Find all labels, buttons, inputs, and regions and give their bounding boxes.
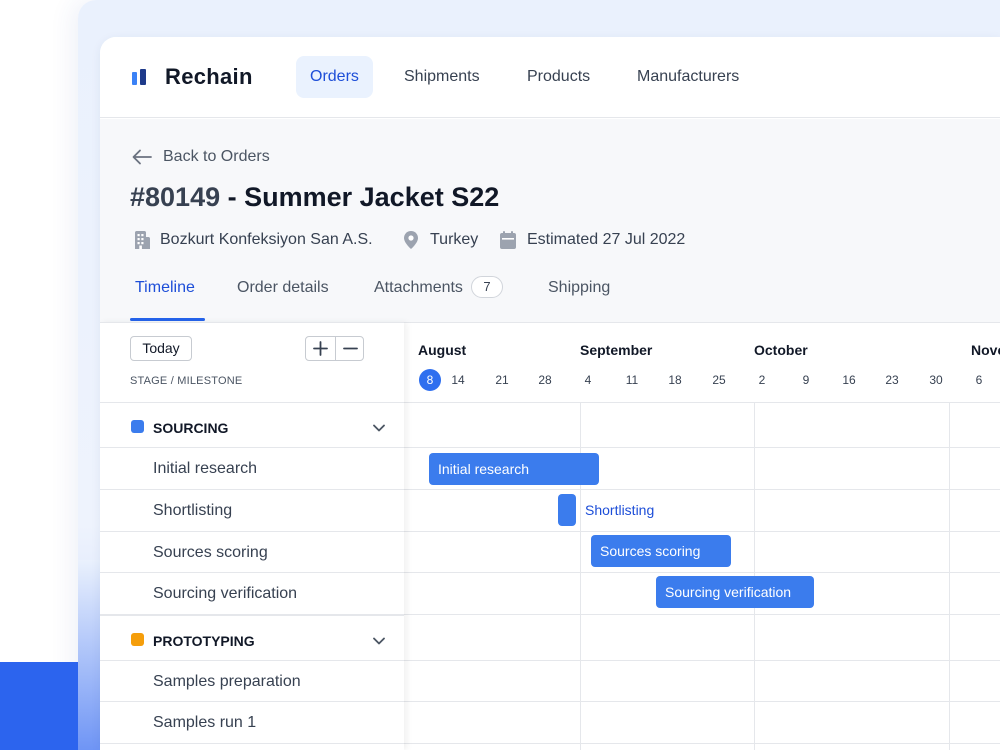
month-label: October [754,342,808,358]
row-line [404,660,1000,661]
stage-row-prototyping[interactable]: PROTOTYPING [100,614,404,660]
timeline-bar-label: Shortlisting [585,502,655,518]
nav-manufacturers[interactable]: Manufacturers [623,56,753,98]
day-label: 28 [538,373,552,387]
tab-timeline[interactable]: Timeline [135,275,195,322]
stage-color-dot [131,633,144,646]
row-divider [100,743,404,750]
tab-attachments-label: Attachments [374,279,463,296]
order-number: #80149 [130,182,221,212]
day-today-marker[interactable]: 8 [419,369,441,391]
rechain-logo-icon [132,68,148,86]
order-name: Summer Jacket S22 [244,182,500,212]
backdrop-blue-block [0,662,78,750]
nav-orders[interactable]: Orders [296,56,373,98]
month-label: September [580,342,653,358]
tab-order-details[interactable]: Order details [237,275,329,322]
nav-shipments[interactable]: Shipments [390,56,494,98]
calendar-icon [500,231,516,249]
today-button[interactable]: Today [130,336,192,361]
title-separator: - [220,182,245,212]
stage-name: SOURCING [153,420,229,436]
country: Turkey [430,231,479,248]
milestone-row[interactable]: Initial research [100,447,404,489]
milestone-row[interactable]: Samples preparation [100,660,404,701]
attachments-count-badge: 7 [470,276,503,298]
nav-products[interactable]: Products [513,56,604,98]
milestone-label: Samples run 1 [153,714,257,731]
milestone-label: Sources scoring [153,544,268,561]
stage-row-sourcing[interactable]: SOURCING [100,402,404,447]
day-label: 25 [712,373,726,387]
day-label: 21 [495,373,509,387]
row-line [404,447,1000,448]
zoom-out-button[interactable] [335,337,363,360]
row-line [404,572,1000,573]
timeline-bar-shortlisting[interactable] [558,494,576,526]
day-label: 14 [451,373,465,387]
day-label: 4 [584,373,592,387]
active-tab-indicator [130,318,205,321]
row-line [404,489,1000,490]
minus-icon [343,347,358,350]
building-icon [135,231,150,249]
column-header: STAGE / MILESTONE [130,375,243,387]
timeline-grid: August September October Nove 8 14 21 28… [404,322,1000,750]
back-to-orders-link[interactable]: Back to Orders [163,148,270,166]
milestone-row[interactable]: Shortlisting [100,489,404,531]
arrow-left-icon[interactable] [132,149,152,165]
day-label: 23 [885,373,899,387]
milestone-row[interactable]: Sources scoring [100,531,404,572]
row-line [404,701,1000,702]
page-title: #80149 - Summer Jacket S22 [130,182,499,213]
stage-list-panel: Today STAGE / MILESTONE SOURCING Initial… [100,322,404,750]
zoom-controls [305,336,364,361]
timeline-bar-sources-scoring[interactable]: Sources scoring [591,535,731,567]
row-line [404,743,1000,744]
tab-attachments[interactable]: Attachments 7 [374,275,503,322]
day-label: 9 [802,373,810,387]
app-window: Rechain Orders Shipments Products Manufa… [100,37,1000,750]
row-line [404,531,1000,532]
estimated-date: Estimated 27 Jul 2022 [527,231,686,248]
brand-name: Rechain [165,64,253,89]
day-label: 30 [929,373,943,387]
stage-color-dot [131,420,144,433]
manufacturer-name: Bozkurt Konfeksiyon San A.S. [160,231,373,248]
plus-icon [313,341,328,356]
location-pin-icon [404,231,418,249]
chevron-down-icon[interactable] [372,423,386,433]
row-line [404,402,1000,403]
milestone-row[interactable]: Samples run 1 [100,701,404,743]
milestone-row[interactable]: Sourcing verification [100,572,404,614]
day-label: 6 [975,373,983,387]
timeline-bar-initial-research[interactable]: Initial research [429,453,599,485]
milestone-label: Shortlisting [153,502,233,519]
milestone-label: Sourcing verification [153,585,298,602]
backdrop-gradient [78,560,100,750]
milestone-label: Samples preparation [153,673,301,690]
month-label: August [418,342,467,358]
zoom-in-button[interactable] [306,337,335,360]
day-label: 16 [842,373,856,387]
day-label: 11 [625,373,639,387]
milestone-label: Initial research [153,460,258,477]
row-line [404,614,1000,615]
top-navigation: Rechain Orders Shipments Products Manufa… [100,37,1000,118]
order-header: Back to Orders #80149 - Summer Jacket S2… [100,119,1000,322]
tab-shipping[interactable]: Shipping [548,275,610,322]
chevron-down-icon[interactable] [372,636,386,646]
day-label: 2 [758,373,766,387]
stage-name: PROTOTYPING [153,633,255,649]
timeline-bar-sourcing-verification[interactable]: Sourcing verification [656,576,814,608]
month-label: Nove [971,342,1000,358]
month-divider [949,403,950,750]
day-label: 18 [668,373,682,387]
